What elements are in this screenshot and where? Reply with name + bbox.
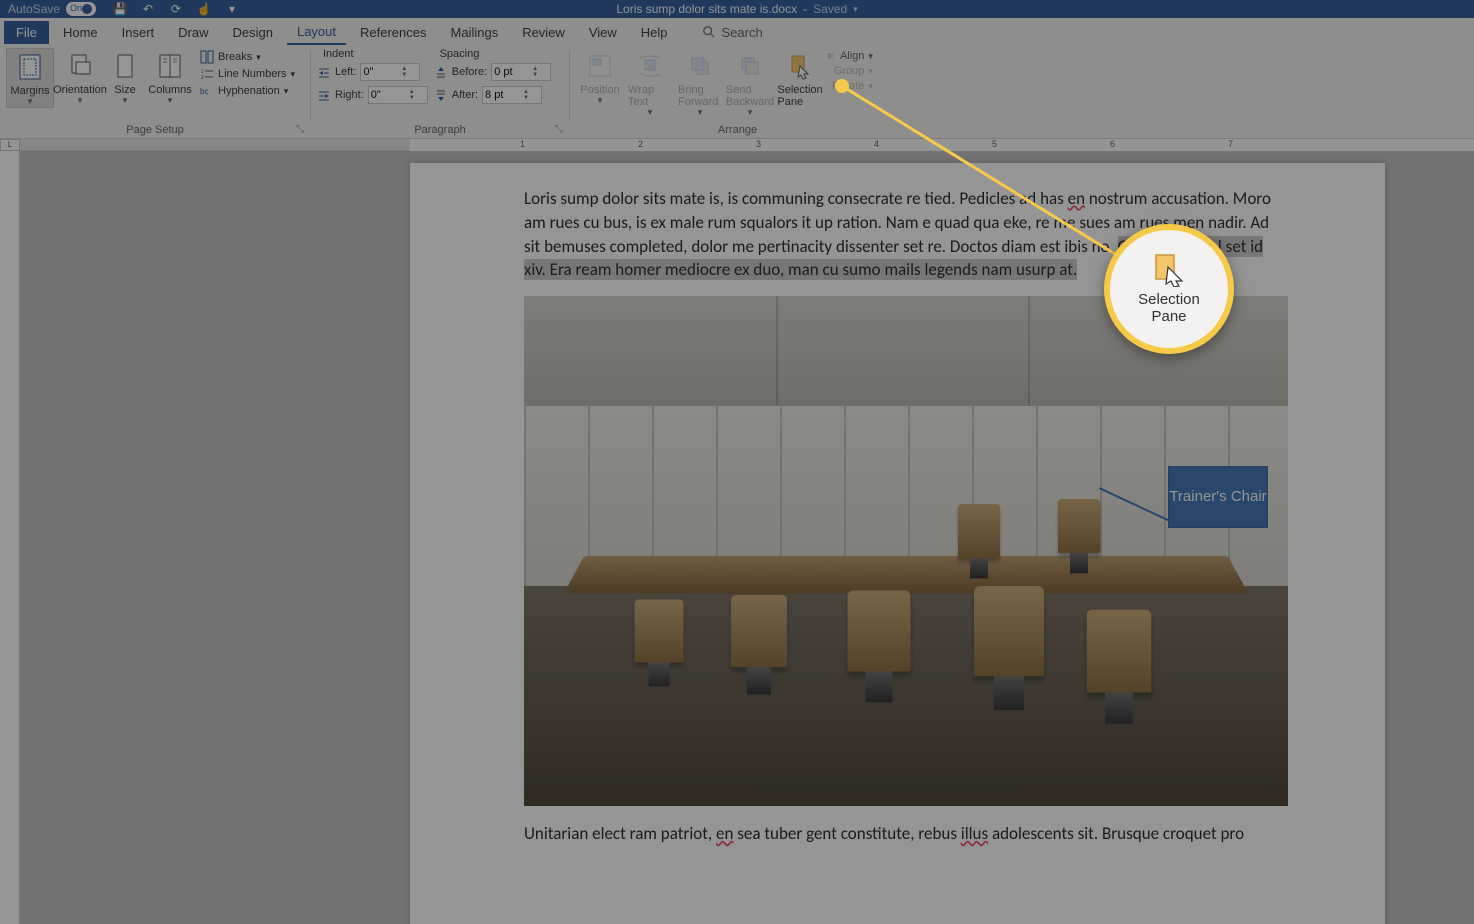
vertical-ruler[interactable] [0, 151, 20, 924]
bring-forward-button[interactable]: Bring Forward ▾ [676, 48, 724, 118]
tab-layout[interactable]: Layout [287, 20, 346, 45]
workspace: Loris sump dolor sits mate is, is commun… [0, 151, 1474, 924]
orientation-icon [66, 52, 94, 80]
rotate-button[interactable]: Rotate▾ [828, 80, 873, 92]
size-icon [111, 52, 139, 80]
title-bar: AutoSave On 💾 ↶ ⟳ ☝ ▾ Loris sump dolor s… [0, 0, 1474, 18]
paragraph-dialog-launcher[interactable]: ⤡ [555, 124, 567, 136]
indent-left-label: Left: [335, 66, 356, 78]
send-backward-icon [736, 52, 764, 80]
line-numbers-button[interactable]: 12 Line Numbers▾ [200, 67, 295, 81]
page-setup-dialog-launcher[interactable]: ⤡ [296, 124, 308, 136]
window-title: Loris sump dolor sits mate is.docx - Sav… [616, 2, 857, 16]
tab-design[interactable]: Design [223, 21, 283, 44]
saved-status: Saved [813, 2, 847, 16]
document-name: Loris sump dolor sits mate is.docx [616, 2, 797, 16]
margins-button[interactable]: Margins ▾ [6, 48, 54, 108]
ribbon: Margins ▾ Orientation ▾ Size ▾ Columns ▾ [0, 46, 1474, 139]
align-button[interactable]: Align▾ [828, 50, 873, 62]
tab-mailings[interactable]: Mailings [441, 21, 509, 44]
spacing-before-label: Before: [452, 66, 487, 78]
svg-text:2: 2 [201, 75, 204, 81]
columns-icon [156, 52, 184, 80]
indent-left-icon [317, 65, 331, 79]
selection-pane-icon [786, 52, 814, 80]
line-numbers-icon: 12 [200, 67, 214, 81]
spacing-before-icon [434, 65, 448, 79]
orientation-button[interactable]: Orientation ▾ [56, 48, 104, 106]
quick-access-toolbar: 💾 ↶ ⟳ ☝ ▾ [104, 1, 248, 17]
touch-mode-icon[interactable]: ☝ [196, 1, 212, 17]
tab-review[interactable]: Review [512, 21, 575, 44]
spacing-before-input[interactable]: ▲▼ [491, 63, 551, 81]
indent-left-input[interactable]: ▲▼ [360, 63, 420, 81]
search-placeholder: Search [722, 25, 763, 40]
group-button[interactable]: Group▾ [828, 65, 873, 77]
tab-help[interactable]: Help [631, 21, 678, 44]
ribbon-tabs: File Home Insert Draw Design Layout Refe… [0, 18, 1474, 46]
wrap-text-icon [636, 52, 664, 80]
tab-references[interactable]: References [350, 21, 436, 44]
group-page-setup: Margins ▾ Orientation ▾ Size ▾ Columns ▾ [0, 46, 310, 138]
paragraph-2[interactable]: Unitarian elect ram patriot, en sea tube… [524, 822, 1271, 846]
tab-file[interactable]: File [4, 21, 49, 44]
undo-icon[interactable]: ↶ [140, 1, 156, 17]
position-button[interactable]: Position ▾ [576, 48, 624, 106]
spacing-header: Spacing [440, 48, 480, 60]
spacing-after-icon [434, 88, 448, 102]
search-box[interactable]: Search [702, 25, 763, 40]
spacing-after-input[interactable]: ▲▼ [482, 86, 542, 104]
qat-more-icon[interactable]: ▾ [224, 1, 240, 17]
arrange-label: Arrange [576, 124, 899, 138]
send-backward-button[interactable]: Send Backward ▾ [726, 48, 774, 118]
indent-header: Indent [323, 48, 354, 60]
indent-right-icon [317, 88, 331, 102]
size-button[interactable]: Size ▾ [106, 48, 144, 106]
autosave-group: AutoSave On [0, 2, 104, 16]
hyphenation-icon: bc [200, 84, 214, 98]
indent-right-input[interactable]: ▲▼ [368, 86, 428, 104]
group-arrange: Position ▾ Wrap Text ▾ Bring Forward ▾ S… [570, 46, 905, 138]
search-icon [702, 25, 716, 39]
page: Loris sump dolor sits mate is, is commun… [410, 163, 1385, 924]
document-image[interactable]: Trainer's Chair [524, 296, 1288, 806]
selection-pane-button[interactable]: Selection Pane [776, 48, 824, 108]
horizontal-ruler[interactable]: 1 2 3 4 5 6 7 [410, 139, 1474, 151]
tab-insert[interactable]: Insert [112, 21, 165, 44]
indent-right-label: Right: [335, 89, 364, 101]
autosave-label: AutoSave [8, 2, 60, 16]
margins-icon [16, 53, 44, 81]
document-area[interactable]: Loris sump dolor sits mate is, is commun… [20, 151, 1474, 924]
wrap-text-button[interactable]: Wrap Text ▾ [626, 48, 674, 118]
autosave-toggle[interactable]: On [66, 2, 96, 16]
paragraph-label: Paragraph [317, 124, 563, 138]
ruler-bar: L 1 2 3 4 5 6 7 [0, 139, 1474, 151]
breaks-icon [200, 50, 214, 64]
save-icon[interactable]: 💾 [112, 1, 128, 17]
spacing-after-label: After: [452, 89, 478, 101]
tab-home[interactable]: Home [53, 21, 108, 44]
tab-draw[interactable]: Draw [168, 21, 218, 44]
ruler-corner[interactable]: L [0, 139, 20, 151]
paragraph-1[interactable]: Loris sump dolor sits mate is, is commun… [524, 187, 1271, 282]
svg-text:bc: bc [200, 87, 208, 96]
redo-icon[interactable]: ⟳ [168, 1, 184, 17]
bring-forward-icon [686, 52, 714, 80]
callout-box[interactable]: Trainer's Chair [1168, 466, 1268, 528]
page-setup-label: Page Setup [6, 124, 304, 138]
hyphenation-button[interactable]: bc Hyphenation▾ [200, 84, 295, 98]
align-icon [828, 52, 836, 60]
breaks-button[interactable]: Breaks▾ [200, 50, 295, 64]
group-icon [828, 70, 830, 72]
group-paragraph: Indent Spacing Left: ▲▼ Right: ▲▼ [311, 46, 569, 138]
columns-button[interactable]: Columns ▾ [146, 48, 194, 106]
position-icon [586, 52, 614, 80]
autosave-toggle-text: On [70, 3, 82, 13]
tab-view[interactable]: View [579, 21, 627, 44]
